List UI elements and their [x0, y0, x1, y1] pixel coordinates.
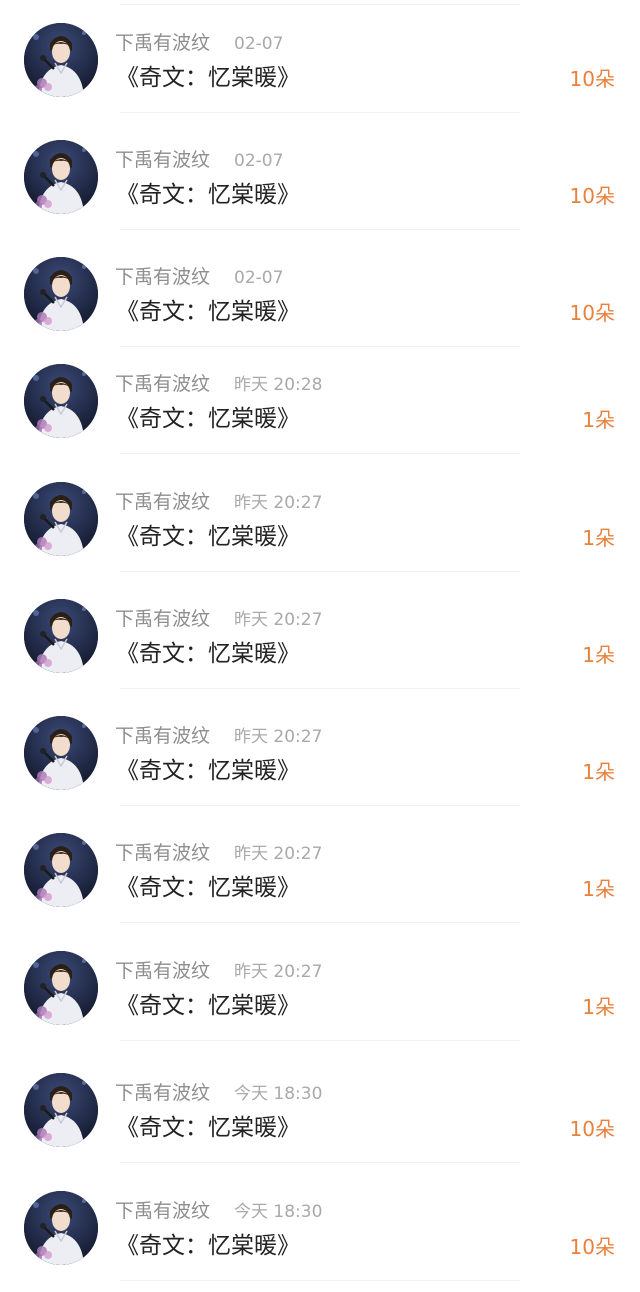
list-item[interactable]: 下禹有波纹 今天 18:30 《奇文：忆棠暖》 10朵: [0, 1046, 640, 1163]
book-title[interactable]: 《奇文：忆棠暖》: [116, 639, 300, 669]
gift-count: 1朵: [582, 526, 615, 550]
avatar[interactable]: [24, 140, 98, 214]
avatar[interactable]: [24, 257, 98, 331]
list-item[interactable]: 下禹有波纹 今天 18:30 《奇文：忆棠暖》 10朵: [0, 1164, 640, 1281]
book-title[interactable]: 《奇文：忆棠暖》: [116, 756, 300, 786]
book-title[interactable]: 《奇文：忆棠暖》: [116, 873, 300, 903]
row-divider: [120, 453, 520, 454]
timestamp: 02-07: [234, 151, 284, 171]
avatar[interactable]: [24, 1191, 98, 1265]
user-name[interactable]: 下禹有波纹: [115, 608, 210, 630]
user-name[interactable]: 下禹有波纹: [115, 373, 210, 395]
list-item[interactable]: 下禹有波纹 昨天 20:28 《奇文：忆棠暖》 1朵: [0, 337, 640, 454]
timestamp: 02-07: [234, 268, 284, 288]
list-item[interactable]: 下禹有波纹 昨天 20:27 《奇文：忆棠暖》 1朵: [0, 924, 640, 1041]
timestamp: 昨天 20:27: [234, 493, 323, 513]
timestamp: 昨天 20:28: [234, 375, 323, 395]
list-item[interactable]: 下禹有波纹 02-07 《奇文：忆棠暖》 10朵: [0, 0, 640, 113]
list-item[interactable]: 下禹有波纹 昨天 20:27 《奇文：忆棠暖》 1朵: [0, 572, 640, 689]
timestamp: 今天 18:30: [234, 1084, 323, 1104]
gift-count: 10朵: [569, 67, 615, 91]
row-divider: [120, 1040, 520, 1041]
gift-count: 1朵: [582, 877, 615, 901]
list-item[interactable]: 下禹有波纹 02-07 《奇文：忆棠暖》 10朵: [0, 113, 640, 230]
gift-count: 1朵: [582, 760, 615, 784]
avatar[interactable]: [24, 364, 98, 438]
user-name[interactable]: 下禹有波纹: [115, 960, 210, 982]
gift-count: 10朵: [569, 184, 615, 208]
book-title[interactable]: 《奇文：忆棠暖》: [116, 297, 300, 327]
user-name[interactable]: 下禹有波纹: [115, 1200, 210, 1222]
list-item[interactable]: 下禹有波纹 昨天 20:27 《奇文：忆棠暖》 1朵: [0, 806, 640, 923]
row-divider: [120, 1280, 520, 1281]
gift-count: 10朵: [569, 1117, 615, 1141]
avatar[interactable]: [24, 599, 98, 673]
user-name[interactable]: 下禹有波纹: [115, 491, 210, 513]
user-name[interactable]: 下禹有波纹: [115, 32, 210, 54]
gift-count: 10朵: [569, 1235, 615, 1259]
avatar[interactable]: [24, 716, 98, 790]
avatar[interactable]: [24, 482, 98, 556]
user-name[interactable]: 下禹有波纹: [115, 149, 210, 171]
list-item[interactable]: 下禹有波纹 02-07 《奇文：忆棠暖》 10朵: [0, 230, 640, 347]
row-divider: [120, 922, 520, 923]
book-title[interactable]: 《奇文：忆棠暖》: [116, 522, 300, 552]
timestamp: 今天 18:30: [234, 1202, 323, 1222]
list-item[interactable]: 下禹有波纹 昨天 20:27 《奇文：忆棠暖》 1朵: [0, 455, 640, 572]
avatar[interactable]: [24, 833, 98, 907]
list-item[interactable]: 下禹有波纹 昨天 20:27 《奇文：忆棠暖》 1朵: [0, 689, 640, 806]
user-name[interactable]: 下禹有波纹: [115, 1082, 210, 1104]
book-title[interactable]: 《奇文：忆棠暖》: [116, 180, 300, 210]
book-title[interactable]: 《奇文：忆棠暖》: [116, 404, 300, 434]
gift-count: 1朵: [582, 643, 615, 667]
user-name[interactable]: 下禹有波纹: [115, 842, 210, 864]
timestamp: 昨天 20:27: [234, 727, 323, 747]
timestamp: 昨天 20:27: [234, 844, 323, 864]
timestamp: 昨天 20:27: [234, 962, 323, 982]
book-title[interactable]: 《奇文：忆棠暖》: [116, 1231, 300, 1261]
user-name[interactable]: 下禹有波纹: [115, 266, 210, 288]
gift-count: 1朵: [582, 408, 615, 432]
gift-count: 1朵: [582, 995, 615, 1019]
row-divider: [120, 1162, 520, 1163]
book-title[interactable]: 《奇文：忆棠暖》: [116, 63, 300, 93]
avatar[interactable]: [24, 951, 98, 1025]
timestamp: 02-07: [234, 34, 284, 54]
timestamp: 昨天 20:27: [234, 610, 323, 630]
user-name[interactable]: 下禹有波纹: [115, 725, 210, 747]
gift-count: 10朵: [569, 301, 615, 325]
book-title[interactable]: 《奇文：忆棠暖》: [116, 991, 300, 1021]
avatar[interactable]: [24, 1073, 98, 1147]
book-title[interactable]: 《奇文：忆棠暖》: [116, 1113, 300, 1143]
avatar[interactable]: [24, 23, 98, 97]
